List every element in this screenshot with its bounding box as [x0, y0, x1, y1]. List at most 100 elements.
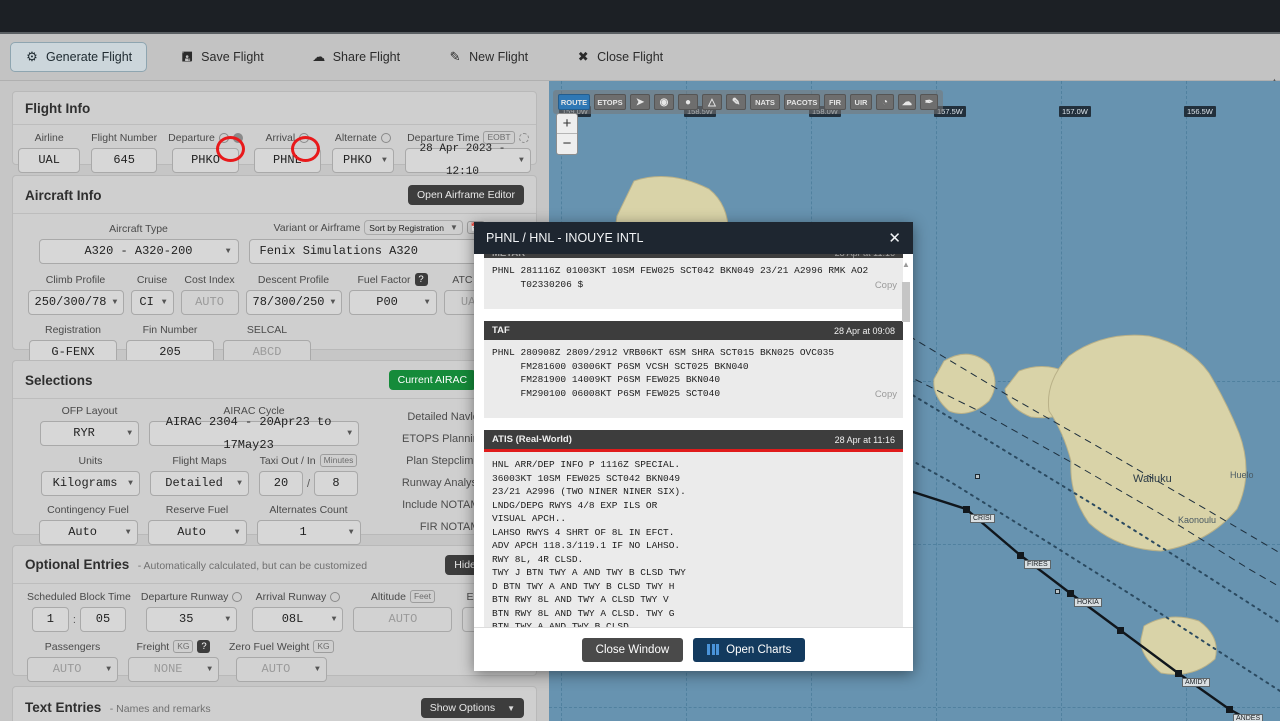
departure-runway-select[interactable]: 35 ▼ — [146, 607, 238, 632]
airac-cycle-select[interactable]: AIRAC 2304 - 20Apr23 to 17May23 ▼ — [149, 415, 359, 452]
optional-row-2: Passengers AUTO ▼ Freight KG ? NONE ▼ Ze… — [23, 640, 526, 682]
metar-copy-button[interactable]: Copy — [875, 280, 897, 291]
contingency-fuel-select[interactable]: Auto ▼ — [38, 520, 138, 545]
taf-copy-button[interactable]: Copy — [875, 389, 897, 400]
flight-number-input[interactable]: 645 — [91, 148, 158, 173]
close-flight-button[interactable]: ✖ Close Flight — [561, 42, 678, 72]
units-select[interactable]: Kilograms ▼ — [40, 471, 140, 496]
cursor-icon[interactable]: ➤ — [630, 94, 650, 110]
arrival-runway-select[interactable]: 08L ▼ — [252, 607, 344, 632]
new-flight-button[interactable]: ✎ New Flight — [433, 42, 543, 72]
alternates-count-select[interactable]: 1 ▼ — [256, 520, 361, 545]
variant-label: Variant or Airframe Sort by Registration… — [274, 220, 486, 235]
cruise-select[interactable]: CI ▼ — [130, 290, 174, 315]
cruise-field: Cruise CI ▼ — [130, 274, 174, 315]
waypoint-marker[interactable] — [1067, 590, 1074, 597]
wind-icon[interactable]: ✒ — [920, 94, 938, 110]
metar-text: PHNL 281116Z 01003KT 10SM FEW025 SCT042 … — [484, 258, 903, 309]
refresh-icon[interactable] — [518, 132, 529, 143]
waypoint-marker[interactable] — [1017, 552, 1024, 559]
save-flight-button[interactable]: 🖪 Save Flight — [165, 42, 279, 72]
waypoint-marker[interactable] — [1226, 706, 1233, 713]
circle-filled-icon[interactable]: ● — [678, 94, 698, 110]
cost-index-input[interactable]: AUTO — [180, 290, 239, 315]
passengers-select[interactable]: AUTO ▼ — [27, 657, 118, 682]
selcal-label: SELCAL — [246, 324, 288, 336]
chevron-down-icon: ▼ — [347, 429, 352, 438]
passengers-label: Passengers — [44, 641, 101, 653]
cloud-icon[interactable]: ☁ — [898, 94, 916, 110]
close-icon[interactable]: ✕ — [888, 229, 901, 247]
descent-profile-select[interactable]: 78/300/250 ▼ — [245, 290, 342, 315]
altitude-input[interactable]: AUTO — [353, 607, 453, 632]
open-airframe-editor-button[interactable]: Open Airframe Editor — [407, 185, 524, 205]
toggle-label: ETOPS Planning — [402, 432, 485, 445]
map-route-button[interactable]: ROUTE — [558, 94, 590, 110]
scrollbar-thumb[interactable] — [902, 282, 910, 322]
target-icon[interactable]: ◉ — [654, 94, 674, 110]
app-root: ⚙ Generate Flight 🖪 Save Flight ☁ Share … — [0, 0, 1280, 721]
airline-input[interactable]: UAL — [18, 148, 81, 173]
close-window-button[interactable]: Close Window — [581, 637, 684, 662]
aircraft-info-body: Aircraft Type A320 - A320-200 ▼ Variant … — [13, 214, 536, 377]
freight-select[interactable]: NONE ▼ — [128, 657, 219, 682]
scroll-up-arrow-icon[interactable]: ▲ — [902, 260, 910, 269]
open-charts-button[interactable]: Open Charts — [693, 637, 806, 662]
block-time-hours-input[interactable]: 1 — [31, 607, 69, 632]
share-flight-button[interactable]: ☁ Share Flight — [297, 42, 415, 72]
sort-by-registration-select[interactable]: Sort by Registration ▼ — [364, 220, 463, 235]
arrival-input[interactable]: PHNL — [253, 148, 321, 173]
flight-maps-select[interactable]: Detailed ▼ — [149, 471, 249, 496]
variant-field: Variant or Airframe Sort by Registration… — [248, 220, 511, 264]
waypoint-marker[interactable] — [1175, 670, 1182, 677]
map-nats-button[interactable]: NATS — [750, 94, 780, 110]
show-options-button[interactable]: Show Options ▼ — [420, 698, 524, 718]
pencil-icon[interactable]: ✎ — [726, 94, 746, 110]
alternate-info-icon[interactable] — [380, 133, 391, 143]
departure-runway-label: Departure Runway — [141, 591, 243, 603]
alternates-count-label: Alternates Count — [269, 504, 348, 516]
map-fir-button[interactable]: FIR — [824, 94, 846, 110]
fuel-factor-select[interactable]: P00 ▼ — [348, 290, 437, 315]
generate-flight-button[interactable]: ⚙ Generate Flight — [10, 42, 148, 72]
navaid-marker[interactable] — [1055, 589, 1060, 594]
block-time-minutes-input[interactable]: 05 — [79, 607, 126, 632]
arrival-weather-icon[interactable] — [299, 133, 310, 143]
zero-fuel-weight-select[interactable]: AUTO ▼ — [235, 657, 327, 682]
aircraft-type-select[interactable]: A320 - A320-200 ▼ — [38, 239, 239, 264]
map-pacots-button[interactable]: PACOTS — [784, 94, 820, 110]
taxi-in-input[interactable]: 8 — [314, 471, 359, 496]
weather-modal-scrollbar[interactable]: ▲ ▼ — [901, 260, 911, 627]
departure-weather-icon[interactable] — [232, 133, 243, 143]
taxi-out-input[interactable]: 20 — [258, 471, 303, 496]
departure-info-icon[interactable] — [218, 133, 229, 143]
navaid-marker[interactable] — [975, 474, 980, 479]
weather-modal-body[interactable]: METAR 28 Apr at 11:16 PHNL 281116Z 01003… — [474, 254, 913, 627]
reserve-fuel-select[interactable]: Auto ▼ — [147, 520, 247, 545]
help-icon[interactable]: ? — [197, 640, 211, 653]
departure-runway-info-icon[interactable] — [232, 592, 243, 602]
aircraft-info-card: Aircraft Info Open Airframe Editor Aircr… — [12, 175, 537, 365]
waypoint-marker[interactable] — [963, 506, 970, 513]
map-zoom-out-button[interactable]: − — [557, 134, 577, 154]
help-icon[interactable]: ? — [414, 273, 428, 286]
selections-header: Selections Current AIRAC Save — [13, 361, 536, 399]
arrival-runway-field: Arrival Runway 08L ▼ — [252, 591, 344, 632]
cost-index-field: Cost Index AUTO — [180, 274, 239, 315]
climb-profile-select[interactable]: 250/300/78 ▼ — [27, 290, 124, 315]
alternate-select[interactable]: PHKO ▼ — [331, 148, 394, 173]
ofp-layout-select[interactable]: RYR ▼ — [40, 421, 139, 446]
map-uir-button[interactable]: UIR — [850, 94, 872, 110]
departure-time-select[interactable]: 28 Apr 2023 - 12:10 ▼ — [404, 143, 531, 178]
arrival-runway-info-icon[interactable] — [330, 592, 341, 602]
alternate-label: Alternate — [335, 132, 391, 144]
triangle-icon[interactable]: △ — [702, 94, 722, 110]
leaf-icon[interactable]: ◔ — [876, 94, 894, 110]
waypoint-marker[interactable] — [1117, 627, 1124, 634]
variant-input[interactable]: Fenix Simulations A320 — [248, 239, 511, 264]
current-airac-button[interactable]: Current AIRAC — [388, 370, 477, 390]
ofp-airac-row: OFP Layout RYR ▼ AIRAC Cycle AIRAC 2304 … — [23, 405, 376, 452]
departure-input[interactable]: PHKO — [172, 148, 239, 173]
map-etops-button[interactable]: ETOPS — [594, 94, 626, 110]
map-zoom-in-button[interactable]: + — [557, 114, 577, 134]
